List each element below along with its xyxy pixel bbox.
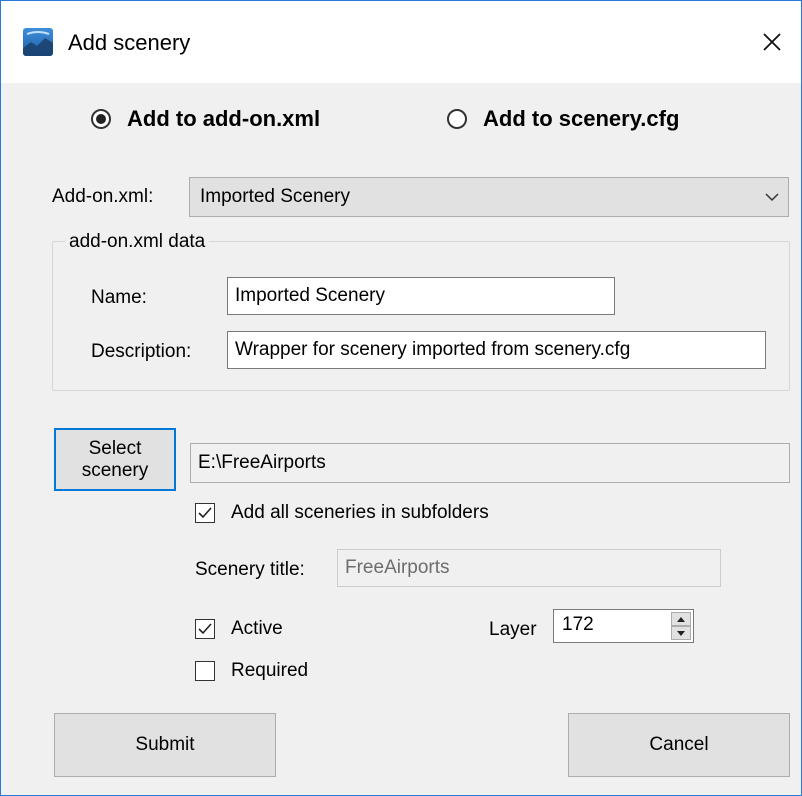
layer-stepper[interactable]: 172 [553, 609, 694, 643]
subfolders-label: Add all sceneries in subfolders [231, 502, 489, 523]
active-label: Active [231, 618, 283, 639]
radio-add-to-addon-xml[interactable]: Add to add-on.xml [91, 106, 320, 132]
chevron-down-icon [765, 193, 779, 202]
checkbox-indicator [195, 619, 215, 639]
submit-button[interactable]: Submit [54, 713, 276, 777]
cancel-button-label: Cancel [649, 734, 709, 755]
layer-increment-button[interactable] [671, 612, 691, 626]
triangle-down-icon [677, 630, 685, 636]
button-label-line1: Select [88, 437, 142, 459]
add-scenery-dialog: Add scenery Add to add-on.xml Add to sce… [0, 0, 802, 796]
select-scenery-button[interactable]: Select scenery [54, 428, 176, 491]
addon-xml-selected-value: Imported Scenery [200, 186, 350, 207]
required-checkbox[interactable]: Required [195, 659, 308, 683]
scenery-title-label: Scenery title: [195, 559, 305, 580]
addon-xml-label: Add-on.xml: [52, 186, 154, 207]
layer-decrement-button[interactable] [671, 626, 691, 640]
addon-xml-dropdown[interactable]: Imported Scenery [189, 177, 789, 217]
radio-indicator [447, 109, 467, 129]
name-label: Name: [91, 287, 147, 308]
radio-label: Add to scenery.cfg [483, 106, 680, 131]
checkbox-indicator [195, 503, 215, 523]
submit-button-label: Submit [135, 734, 195, 755]
checkbox-indicator [195, 661, 215, 681]
app-scenery-icon [23, 28, 53, 56]
stepper-buttons [671, 612, 691, 640]
layer-value: 172 [562, 614, 594, 635]
radio-indicator-checked [91, 109, 111, 129]
close-icon [763, 33, 781, 51]
scenery-title-input: FreeAirports [337, 549, 721, 587]
triangle-up-icon [677, 616, 685, 622]
subfolders-checkbox[interactable]: Add all sceneries in subfolders [195, 501, 489, 525]
group-title: add-on.xml data [65, 230, 210, 254]
cancel-button[interactable]: Cancel [568, 713, 790, 777]
active-checkbox[interactable]: Active [195, 617, 283, 641]
checkmark-icon [198, 507, 212, 519]
description-label: Description: [91, 341, 192, 362]
radio-label: Add to add-on.xml [127, 106, 321, 131]
radio-add-to-scenery-cfg[interactable]: Add to scenery.cfg [447, 106, 679, 132]
required-label: Required [231, 660, 309, 681]
scenery-path-field: E:\FreeAirports [190, 443, 790, 483]
checkmark-icon [198, 623, 212, 635]
description-input[interactable]: Wrapper for scenery imported from scener… [227, 331, 766, 369]
close-button[interactable] [743, 17, 801, 67]
button-label-line2: scenery [81, 459, 149, 481]
title-bar: Add scenery [1, 1, 801, 83]
window-title: Add scenery [68, 30, 191, 55]
layer-label: Layer [489, 619, 537, 640]
name-input[interactable]: Imported Scenery [227, 277, 615, 315]
